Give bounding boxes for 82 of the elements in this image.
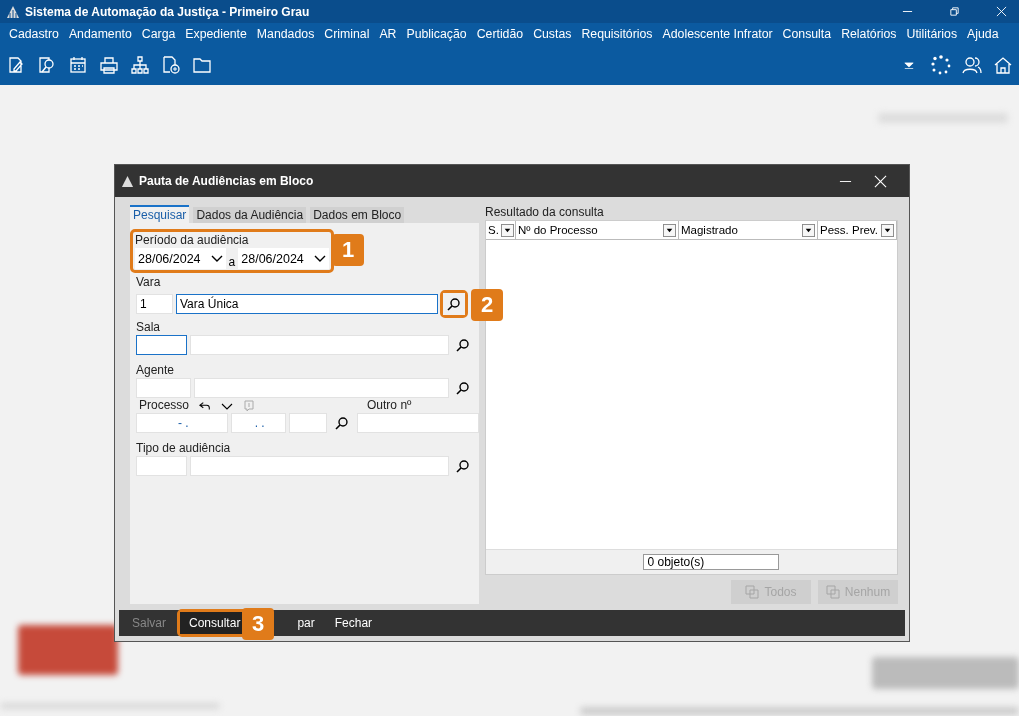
menu-item[interactable]: Expediente: [180, 27, 252, 41]
undo-icon[interactable]: [199, 400, 212, 412]
search-icon[interactable]: [456, 381, 470, 395]
field-label: Agente: [136, 364, 176, 377]
field-label: Período da audiência: [135, 233, 249, 247]
range-separator: a: [228, 254, 236, 269]
field-label: Sala: [136, 321, 162, 334]
copy-icon: [825, 585, 840, 599]
menu-item[interactable]: Adolescente Infrator: [657, 27, 778, 41]
search-button[interactable]: [443, 293, 465, 315]
step-badge: 2: [471, 289, 503, 321]
column-header[interactable]: S.: [486, 221, 516, 239]
menu-item[interactable]: Requisitórios: [576, 27, 658, 41]
dropdown-icon[interactable]: [663, 223, 676, 237]
dialog-title: Pauta de Audiências em Bloco: [139, 174, 314, 188]
step-badge: 3: [242, 608, 274, 640]
dropdown-icon[interactable]: [881, 223, 894, 237]
info-icon: [243, 400, 256, 412]
home-icon[interactable]: [993, 55, 1013, 75]
close-icon[interactable]: [996, 6, 1007, 17]
search-icon: [447, 297, 461, 311]
chevron-down-icon[interactable]: [210, 254, 223, 263]
footer-button[interactable]: Fechar: [325, 612, 382, 634]
calendar-icon[interactable]: [68, 55, 88, 75]
copy-icon: [745, 585, 760, 599]
date-picker[interactable]: 28/06/2024: [135, 248, 226, 269]
footer-button[interactable]: par: [288, 612, 324, 634]
field-label: Vara: [136, 276, 162, 289]
column-header[interactable]: Pess. Prev.: [818, 221, 897, 239]
users-icon[interactable]: [962, 55, 982, 75]
tab[interactable]: Dados da Audiência: [193, 207, 307, 223]
process-number-field[interactable]: [288, 413, 328, 433]
other-number-field[interactable]: [357, 413, 479, 433]
restore-icon[interactable]: [949, 6, 960, 17]
menu-item[interactable]: Consulta: [777, 27, 837, 41]
process-number-field[interactable]: - .: [136, 413, 228, 433]
search-icon[interactable]: [335, 416, 350, 430]
search-document-icon[interactable]: [37, 55, 57, 75]
menu-item[interactable]: Publicação: [401, 27, 472, 41]
folder-icon[interactable]: [192, 55, 212, 75]
printer-icon[interactable]: [99, 55, 119, 75]
menu-item[interactable]: Ajuda: [962, 27, 1004, 41]
hierarchy-icon[interactable]: [130, 55, 150, 75]
dropdown-icon[interactable]: [500, 223, 514, 237]
record-count: 0 objeto(s): [642, 554, 779, 570]
add-document-icon[interactable]: [161, 55, 181, 75]
loading-icon: [931, 55, 951, 75]
field-label: Tipo de audiência: [136, 442, 232, 455]
app-logo-icon: [121, 174, 134, 188]
chevron-down-icon[interactable]: [313, 254, 326, 263]
menu-item[interactable]: Utilitários: [901, 27, 963, 41]
column-header[interactable]: Magistrado: [679, 221, 818, 239]
section-title: Resultado da consulta: [485, 205, 605, 220]
dropdown-icon[interactable]: [802, 223, 815, 237]
menu-item[interactable]: AR: [374, 27, 402, 41]
menu-item[interactable]: Relatórios: [836, 27, 902, 41]
name-field[interactable]: [194, 378, 449, 398]
menu-item[interactable]: Mandados: [251, 27, 320, 41]
close-icon[interactable]: [874, 174, 887, 188]
menu-item[interactable]: Cadastro: [4, 27, 64, 41]
code-field[interactable]: [136, 335, 187, 355]
menu-item[interactable]: Andamento: [63, 27, 137, 41]
name-field[interactable]: [190, 456, 449, 476]
app-logo-icon: [6, 4, 20, 19]
field-label: Outro nº: [367, 399, 412, 412]
app-title: Sistema de Automação da Justiça - Primeiro Grau: [25, 4, 310, 19]
tab[interactable]: Pesquisar: [130, 205, 190, 223]
date-picker[interactable]: 28/06/2024: [238, 248, 329, 269]
name-field[interactable]: Vara Única: [176, 294, 438, 314]
search-icon[interactable]: [456, 338, 470, 352]
menu-item[interactable]: Criminal: [319, 27, 375, 41]
menu-item[interactable]: Carga: [136, 27, 181, 41]
menu-item[interactable]: Custas: [528, 27, 577, 41]
tab[interactable]: Dados em Bloco: [310, 207, 405, 223]
field-label: Processo: [139, 399, 190, 412]
step-badge: 1: [332, 234, 364, 266]
column-header[interactable]: Nº do Processo: [516, 221, 679, 239]
search-icon[interactable]: [456, 459, 470, 473]
code-field[interactable]: 1: [136, 294, 173, 314]
menu-item[interactable]: Certidão: [471, 27, 529, 41]
name-field[interactable]: [190, 335, 449, 355]
process-number-field[interactable]: . .: [230, 413, 286, 433]
